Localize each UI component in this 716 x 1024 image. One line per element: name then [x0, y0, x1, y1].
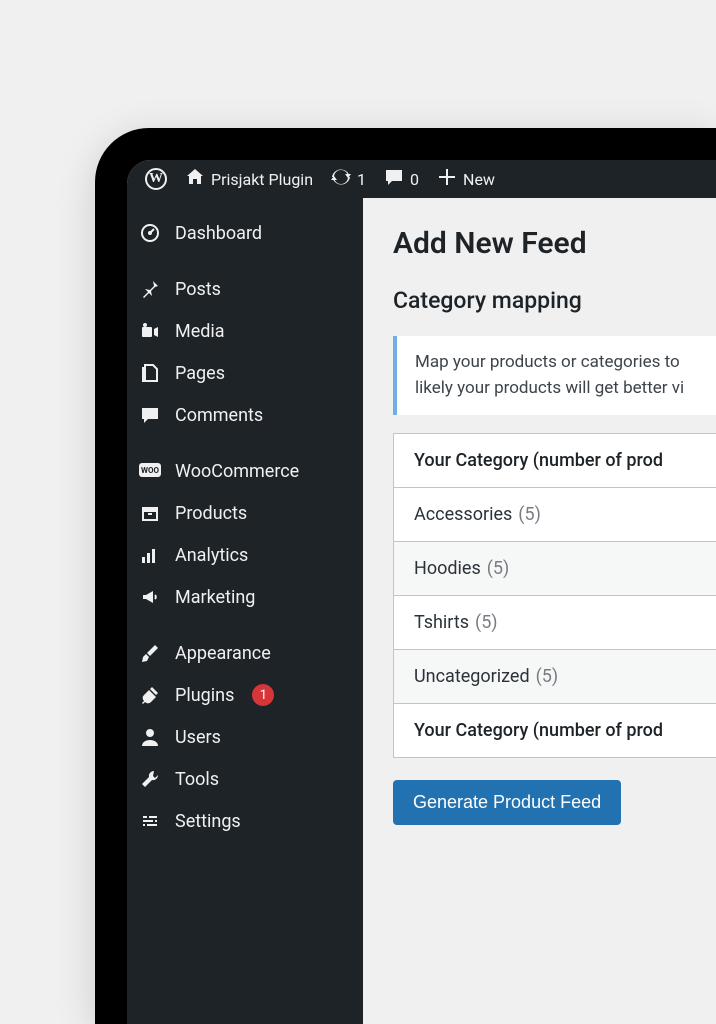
page-title: Add New Feed	[393, 226, 716, 261]
admin-bar: W Prisjakt Plugin 1 0	[127, 160, 716, 198]
category-count: (5)	[487, 558, 510, 579]
sidebar-item-dashboard[interactable]: Dashboard	[127, 212, 363, 254]
sidebar-item-media[interactable]: Media	[127, 310, 363, 352]
media-icon	[139, 320, 161, 342]
sidebar-item-label: Dashboard	[175, 223, 262, 244]
sidebar-item-label: Plugins	[175, 685, 234, 706]
device-frame: W Prisjakt Plugin 1 0	[95, 128, 716, 1024]
dashboard-icon	[139, 222, 161, 244]
bars-icon	[139, 544, 161, 566]
site-name-item[interactable]: Prisjakt Plugin	[177, 167, 321, 191]
comment-icon	[384, 167, 404, 191]
content-area: Dashboard Posts Media Pages Comments WOO WooCo…	[127, 198, 716, 1024]
update-badge: 1	[252, 684, 274, 706]
plus-icon	[437, 167, 457, 191]
menu-separator	[127, 254, 363, 268]
sidebar-item-plugins[interactable]: Plugins 1	[127, 674, 363, 716]
refresh-icon	[331, 167, 351, 191]
admin-sidebar: Dashboard Posts Media Pages Comments WOO WooCo…	[127, 198, 363, 1024]
category-name: Tshirts	[414, 612, 469, 633]
sidebar-item-appearance[interactable]: Appearance	[127, 632, 363, 674]
main-content: Add New Feed Category mapping Map your p…	[363, 198, 716, 1024]
sidebar-item-label: Appearance	[175, 643, 271, 664]
woo-icon: WOO	[139, 460, 161, 482]
sidebar-item-settings[interactable]: Settings	[127, 800, 363, 842]
category-table: Your Category (number of prod Accessorie…	[393, 433, 716, 758]
pin-icon	[139, 278, 161, 300]
sidebar-item-label: Tools	[175, 769, 219, 790]
sidebar-item-label: Products	[175, 503, 247, 524]
sidebar-item-label: Media	[175, 321, 225, 342]
wrench-icon	[139, 768, 161, 790]
brush-icon	[139, 642, 161, 664]
sidebar-item-label: Users	[175, 727, 221, 748]
sidebar-item-label: Settings	[175, 811, 241, 832]
updates-item[interactable]: 1	[323, 167, 374, 191]
category-row[interactable]: Tshirts (5)	[394, 596, 716, 650]
sliders-icon	[139, 810, 161, 832]
table-header: Your Category (number of prod	[394, 434, 716, 488]
pages-icon	[139, 362, 161, 384]
svg-text:WOO: WOO	[141, 466, 160, 475]
section-title: Category mapping	[393, 287, 716, 314]
sidebar-item-label: Marketing	[175, 587, 255, 608]
category-row[interactable]: Hoodies (5)	[394, 542, 716, 596]
wp-logo-item[interactable]: W	[137, 168, 175, 190]
comments-count: 0	[410, 170, 419, 189]
megaphone-icon	[139, 586, 161, 608]
category-row[interactable]: Accessories (5)	[394, 488, 716, 542]
user-icon	[139, 726, 161, 748]
sidebar-item-label: WooCommerce	[175, 461, 299, 482]
category-name: Hoodies	[414, 558, 481, 579]
sidebar-item-label: Analytics	[175, 545, 248, 566]
wordpress-logo-icon: W	[145, 168, 167, 190]
table-footer: Your Category (number of prod	[394, 704, 716, 757]
sidebar-item-products[interactable]: Products	[127, 492, 363, 534]
category-count: (5)	[475, 612, 498, 633]
sidebar-item-analytics[interactable]: Analytics	[127, 534, 363, 576]
category-count: (5)	[518, 504, 541, 525]
menu-separator	[127, 436, 363, 450]
sidebar-item-pages[interactable]: Pages	[127, 352, 363, 394]
menu-separator	[127, 618, 363, 632]
sidebar-item-posts[interactable]: Posts	[127, 268, 363, 310]
sidebar-item-marketing[interactable]: Marketing	[127, 576, 363, 618]
category-count: (5)	[536, 666, 559, 687]
category-name: Uncategorized	[414, 666, 530, 687]
sidebar-item-label: Posts	[175, 279, 221, 300]
plug-icon	[139, 684, 161, 706]
updates-count: 1	[357, 170, 366, 189]
generate-feed-button[interactable]: Generate Product Feed	[393, 780, 621, 825]
category-name: Accessories	[414, 504, 512, 525]
category-row[interactable]: Uncategorized (5)	[394, 650, 716, 704]
home-icon	[185, 167, 205, 191]
info-notice: Map your products or categories to likel…	[393, 336, 716, 415]
comment-icon	[139, 404, 161, 426]
new-label: New	[463, 170, 495, 189]
sidebar-item-comments[interactable]: Comments	[127, 394, 363, 436]
sidebar-item-label: Comments	[175, 405, 263, 426]
archive-icon	[139, 502, 161, 524]
sidebar-item-tools[interactable]: Tools	[127, 758, 363, 800]
sidebar-item-woocommerce[interactable]: WOO WooCommerce	[127, 450, 363, 492]
sidebar-item-users[interactable]: Users	[127, 716, 363, 758]
sidebar-item-label: Pages	[175, 363, 225, 384]
site-name-label: Prisjakt Plugin	[211, 170, 313, 189]
comments-item[interactable]: 0	[376, 167, 427, 191]
device-inner: W Prisjakt Plugin 1 0	[127, 160, 716, 1024]
new-item[interactable]: New	[429, 167, 503, 191]
